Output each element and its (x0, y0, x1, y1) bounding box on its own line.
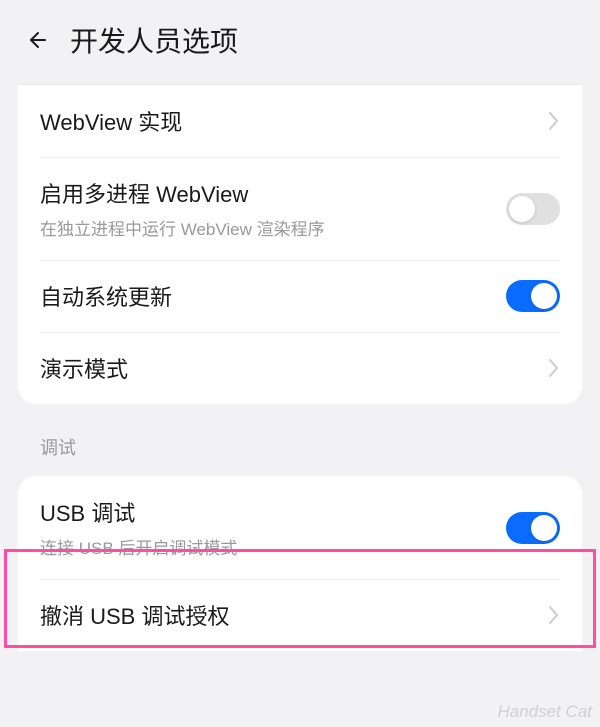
chevron-right-icon (548, 111, 560, 131)
row-revoke-usb-auth[interactable]: 撤消 USB 调试授权 (18, 579, 582, 651)
toggle-knob (531, 515, 557, 541)
row-title: USB 调试 (40, 496, 506, 528)
row-content: 演示模式 (40, 352, 548, 384)
section-label-debug: 调试 (0, 414, 600, 466)
row-content: 撤消 USB 调试授权 (40, 599, 548, 631)
page-title: 开发人员选项 (70, 20, 238, 60)
toggle-knob (509, 196, 535, 222)
row-content: WebView 实现 (40, 105, 548, 137)
row-title: 自动系统更新 (40, 280, 506, 312)
toggle-multiprocess-webview[interactable] (506, 193, 560, 225)
row-title: WebView 实现 (40, 105, 548, 137)
toggle-knob (531, 283, 557, 309)
toggle-usb-debugging[interactable] (506, 512, 560, 544)
chevron-right-icon (548, 358, 560, 378)
chevron-right-icon (548, 605, 560, 625)
row-auto-system-update[interactable]: 自动系统更新 (18, 260, 582, 332)
row-content: USB 调试 连接 USB 后开启调试模式 (40, 496, 506, 559)
row-subtitle: 在独立进程中运行 WebView 渲染程序 (40, 215, 506, 240)
settings-group-2: USB 调试 连接 USB 后开启调试模式 撤消 USB 调试授权 (18, 476, 582, 651)
row-title: 演示模式 (40, 352, 548, 384)
row-subtitle: 连接 USB 后开启调试模式 (40, 534, 506, 559)
row-usb-debugging[interactable]: USB 调试 连接 USB 后开启调试模式 (18, 476, 582, 579)
settings-group-1: WebView 实现 启用多进程 WebView 在独立进程中运行 WebVie… (18, 84, 582, 404)
row-title: 启用多进程 WebView (40, 177, 506, 209)
row-multiprocess-webview[interactable]: 启用多进程 WebView 在独立进程中运行 WebView 渲染程序 (18, 157, 582, 260)
header: 开发人员选项 (0, 0, 600, 76)
row-content: 启用多进程 WebView 在独立进程中运行 WebView 渲染程序 (40, 177, 506, 240)
toggle-auto-system-update[interactable] (506, 280, 560, 312)
row-webview-impl[interactable]: WebView 实现 (18, 85, 582, 157)
watermark: Handset Cat (498, 702, 593, 722)
back-arrow-icon (26, 28, 50, 52)
row-content: 自动系统更新 (40, 280, 506, 312)
row-demo-mode[interactable]: 演示模式 (18, 332, 582, 404)
back-button[interactable] (24, 26, 52, 54)
row-title: 撤消 USB 调试授权 (40, 599, 548, 631)
